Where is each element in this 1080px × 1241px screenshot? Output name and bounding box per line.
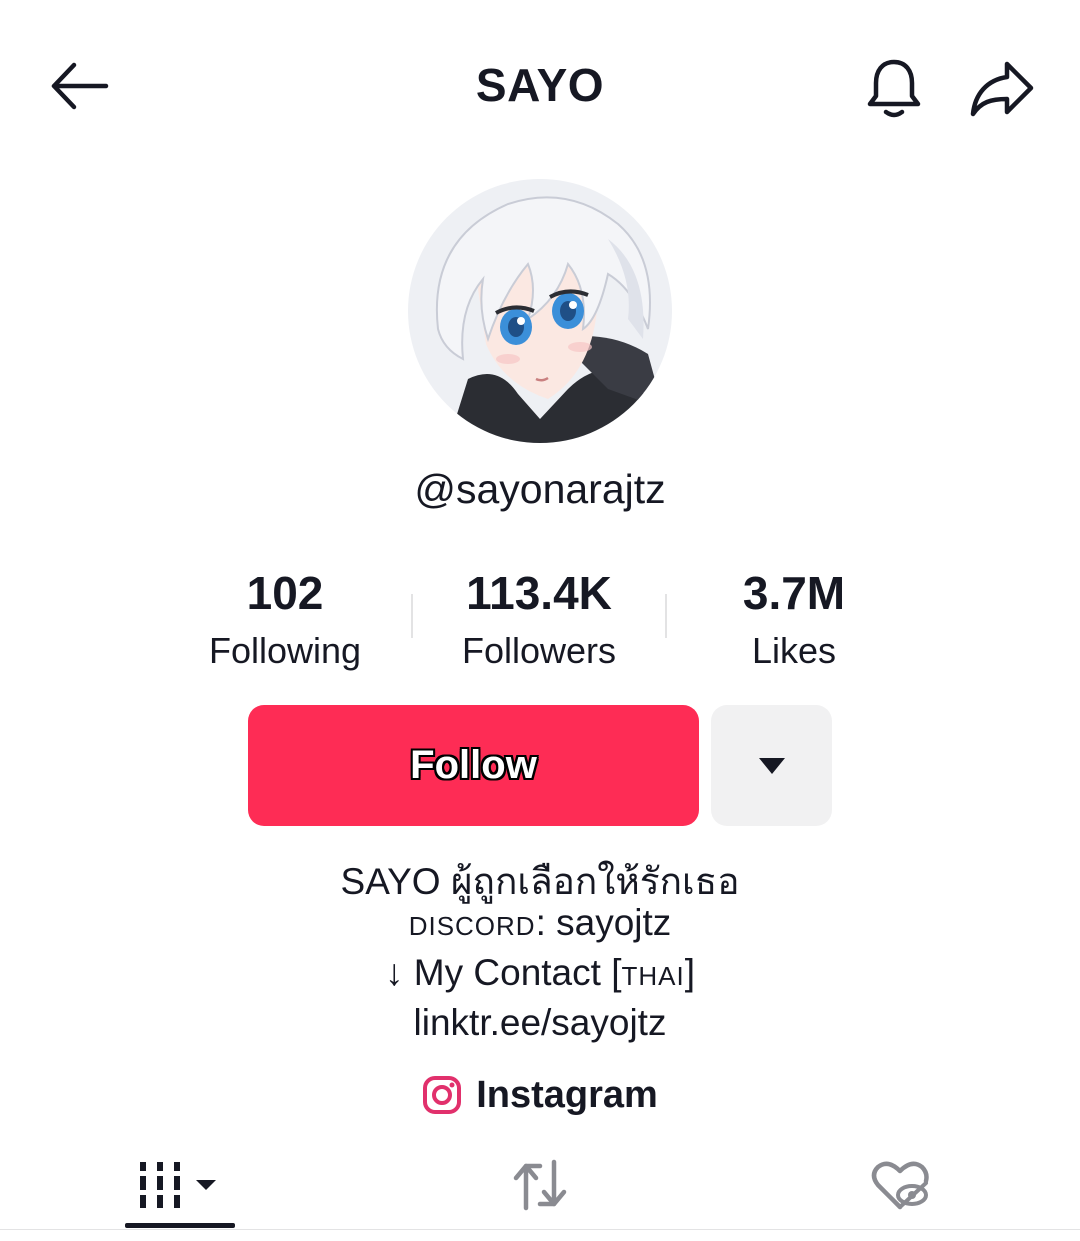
followers-count[interactable]: 113.4K	[419, 566, 659, 620]
avatar-anime-girl	[408, 179, 672, 443]
tab-videos[interactable]	[110, 1140, 250, 1230]
bio-discord-label: discord	[408, 902, 536, 943]
bell-icon	[867, 59, 921, 118]
bio-line-3: ↓ My Contact [thai]	[240, 952, 840, 994]
bio-contact-suffix: ]	[684, 952, 695, 993]
username-handle: @sayonarajtz	[414, 466, 666, 512]
bio-contact-language: thai	[621, 952, 685, 993]
likes-label: Likes	[751, 630, 837, 671]
page-title: SAYO	[475, 59, 605, 111]
tab-bar-divider	[0, 1229, 1080, 1230]
bio-discord-value: : sayojtz	[535, 902, 672, 943]
hidden-heart-icon	[871, 1161, 929, 1210]
repost-icon	[513, 1159, 567, 1211]
bio-contact-prefix: ↓ My Contact [	[385, 952, 622, 993]
following-count[interactable]: 102	[185, 566, 385, 620]
follow-button-label: Follow	[410, 743, 537, 787]
arrow-left-icon	[51, 62, 109, 110]
stat-divider	[411, 594, 413, 638]
tab-liked[interactable]	[830, 1140, 970, 1230]
active-tab-indicator	[125, 1223, 235, 1228]
bio-line-2: discord: sayojtz	[240, 902, 840, 944]
share-button[interactable]	[964, 50, 1040, 126]
instagram-link[interactable]: Instagram	[380, 1068, 700, 1122]
grid-bars-icon	[140, 1162, 216, 1208]
more-options-button[interactable]	[711, 705, 832, 826]
following-label[interactable]: Following	[185, 630, 385, 672]
likes-count: 3.7M	[742, 567, 846, 619]
followers-label[interactable]: Followers	[419, 630, 659, 672]
notification-button[interactable]	[856, 50, 932, 126]
back-button[interactable]	[40, 48, 116, 124]
follow-button[interactable]: Follow	[248, 705, 699, 826]
tab-reposts[interactable]	[470, 1140, 610, 1230]
avatar[interactable]	[408, 179, 672, 443]
share-arrow-icon	[970, 61, 1034, 117]
bio-link[interactable]: linktr.ee/sayojtz	[240, 1002, 840, 1044]
instagram-label: Instagram	[476, 1073, 658, 1116]
caret-down-icon	[758, 757, 785, 774]
stat-divider	[665, 594, 667, 638]
instagram-icon	[423, 1076, 462, 1114]
